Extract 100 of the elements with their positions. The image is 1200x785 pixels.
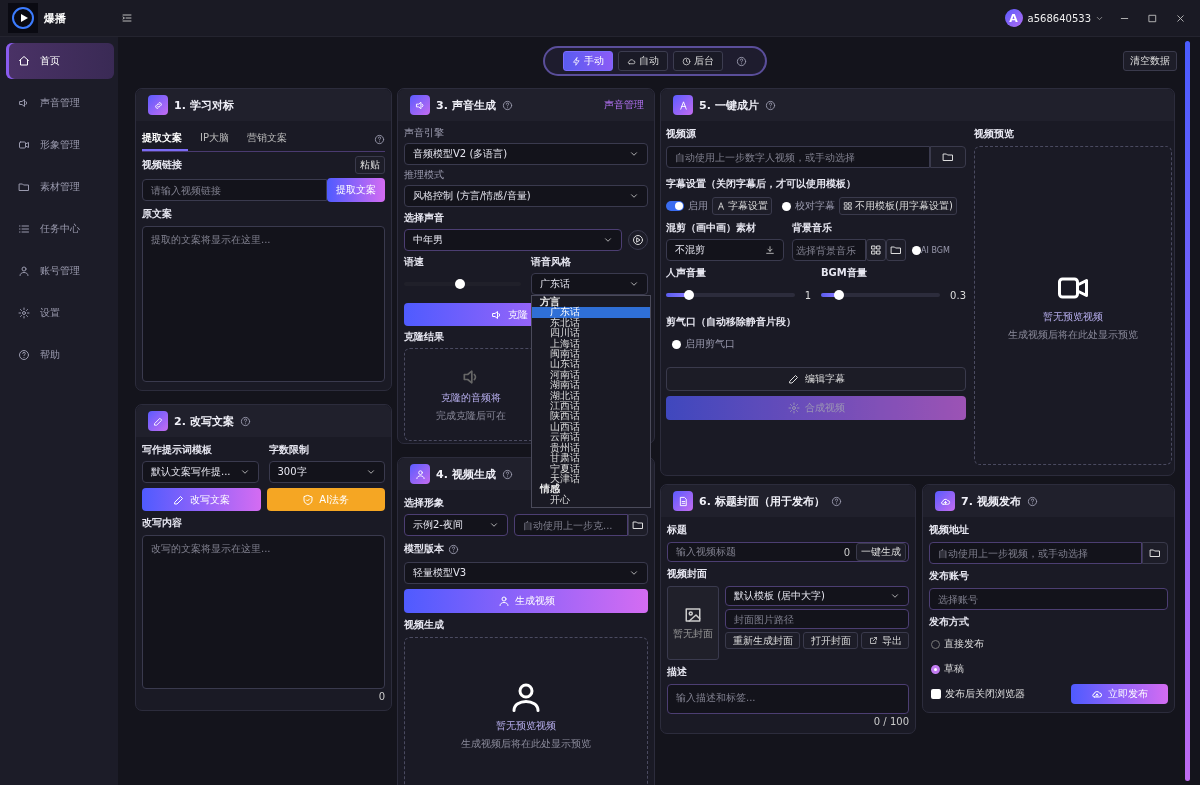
bgm-input[interactable]: 选择背景音乐 — [792, 239, 866, 261]
menu-button[interactable] — [120, 11, 134, 25]
dropdown-option[interactable]: 山东话 — [532, 359, 650, 370]
slider-thumb[interactable] — [833, 290, 844, 300]
audio-input[interactable]: 自动使用上一步克... — [514, 514, 628, 536]
dropdown-option[interactable]: 江西话 — [532, 401, 650, 412]
sidebar-item[interactable]: 设置 — [6, 295, 114, 331]
sidebar-item[interactable]: 声音管理 — [6, 85, 114, 121]
character-count: 0 / 100 — [873, 716, 909, 727]
template-button[interactable]: 不用模板(用字幕设置) — [839, 197, 957, 215]
regenerate-cover-button[interactable]: 重新生成封面 — [725, 632, 800, 649]
account-input[interactable]: 选择账号 — [929, 588, 1168, 610]
option-label: 启用剪气口 — [685, 337, 735, 351]
cover-path-input[interactable]: 封面图片路径 — [725, 609, 909, 629]
user-avatar[interactable]: A — [1004, 9, 1023, 27]
title-input[interactable]: 输入视频标题 0 一键生成 — [667, 542, 909, 562]
select-field[interactable]: 轻量模型V3 — [404, 562, 648, 584]
browse-button[interactable] — [628, 514, 648, 536]
slider-thumb[interactable] — [684, 290, 695, 300]
library-button[interactable] — [866, 239, 886, 261]
field-label: 推理模式 — [404, 169, 445, 181]
radio-dot[interactable] — [912, 245, 921, 255]
browse-button[interactable] — [886, 239, 906, 261]
export-button[interactable]: 导出 — [861, 632, 909, 649]
sidebar-item[interactable]: 首页 — [6, 43, 114, 79]
tab[interactable]: IP大脑 — [200, 127, 235, 151]
select-field[interactable]: 默认模板 (居中大字) — [725, 586, 909, 606]
slider-value: 1 — [804, 289, 811, 301]
description-input[interactable]: 输入描述和标签... — [667, 684, 909, 714]
field-label: 改写内容 — [142, 516, 183, 530]
publish-button[interactable]: 立即发布 — [1071, 684, 1168, 704]
settings-icon — [787, 402, 800, 414]
sidebar-item[interactable]: 任务中心 — [6, 211, 114, 247]
play-button[interactable] — [628, 230, 648, 250]
select-field[interactable]: 中年男 — [404, 229, 622, 251]
checkbox[interactable] — [931, 689, 941, 699]
slider-thumb[interactable] — [455, 279, 466, 289]
dropdown-option[interactable]: 开心 — [532, 494, 650, 506]
rewrite-button[interactable]: 改写文案 — [142, 488, 261, 511]
option-label: AI BGM — [921, 245, 950, 255]
dropdown-option[interactable]: 上海话 — [532, 338, 650, 350]
dropdown-option[interactable]: 湖南话 — [532, 380, 650, 391]
subtitle-settings-button[interactable]: 字幕设置 — [712, 197, 772, 215]
speaker-icon — [414, 99, 426, 111]
link-input[interactable]: 请输入视频链接 — [142, 179, 327, 201]
sidebar-item[interactable]: 账号管理 — [6, 253, 114, 289]
radio-dot[interactable] — [782, 201, 791, 211]
tab[interactable]: 营销文案 — [247, 127, 293, 151]
mode-tab[interactable]: 自动 — [618, 51, 668, 71]
dropdown-option[interactable]: 宁夏话 — [532, 463, 650, 474]
select-field[interactable]: 不混剪 — [666, 239, 784, 261]
sidebar-item[interactable]: 帮助 — [6, 337, 114, 373]
help-icon — [501, 99, 513, 111]
select-field[interactable]: 300字 — [268, 461, 385, 483]
toggle-switch[interactable] — [666, 201, 684, 211]
help-icon — [736, 55, 747, 67]
tab[interactable]: 提取文案 — [142, 127, 188, 151]
panel-title: 6. 标题封面（用于发布） — [699, 493, 825, 509]
edit-subtitle-button[interactable]: 编辑字幕 — [666, 367, 966, 391]
text-area[interactable]: 提取的文案将显示在这里... — [142, 226, 385, 382]
select-field[interactable]: 风格控制 (方言/情感/音量) — [404, 185, 648, 207]
voice-manage-link[interactable]: 声音管理 — [604, 98, 644, 112]
clear-data-button[interactable]: 清空数据 — [1123, 51, 1177, 71]
field-label: 选择声音 — [404, 211, 445, 225]
radio-button[interactable] — [931, 664, 940, 674]
sidebar-item[interactable]: 素材管理 — [6, 169, 114, 205]
letter-icon — [677, 99, 689, 111]
open-cover-button[interactable]: 打开封面 — [803, 632, 858, 649]
field-label: 模型版本 — [404, 542, 444, 556]
dropdown-option[interactable]: 陕西话 — [532, 411, 650, 422]
field-label: 背景音乐 — [792, 221, 833, 235]
select-field[interactable]: 广东话 — [531, 273, 648, 295]
extract-button[interactable]: 提取文案 — [327, 178, 385, 202]
dropdown-option[interactable]: 甘肃话 — [532, 453, 650, 464]
dropdown-option[interactable]: 贵州话 — [532, 442, 650, 454]
empty-title: 暂无封面 — [673, 626, 713, 641]
select-field[interactable]: 默认文案写作提... — [142, 461, 259, 483]
text-area[interactable]: 改写的文案将显示在这里... — [142, 535, 385, 689]
sidebar-item[interactable]: 形象管理 — [6, 127, 114, 163]
paste-button[interactable]: 粘贴 — [355, 156, 385, 174]
video-address-input[interactable]: 自动使用上一步视频，或手动选择 — [929, 542, 1142, 564]
dropdown-option[interactable]: 云南话 — [532, 432, 650, 443]
dropdown-option[interactable]: 四川话 — [532, 328, 650, 339]
generate-video-button[interactable]: 生成视频 — [404, 589, 648, 613]
browse-button[interactable] — [1142, 542, 1168, 564]
user-name[interactable]: a568640533 — [1027, 12, 1091, 24]
mode-tab[interactable]: 后台 — [673, 51, 723, 71]
dropdown-option[interactable]: 山西话 — [532, 421, 650, 433]
scrollbar[interactable] — [1185, 41, 1190, 781]
dropdown-option[interactable]: 广东话 — [532, 307, 650, 318]
dropdown-option[interactable]: 湖北话 — [532, 390, 650, 402]
browse-button[interactable] — [930, 146, 966, 168]
select-field[interactable]: 示例2-夜间 — [404, 514, 508, 536]
radio-dot[interactable] — [672, 339, 681, 349]
generate-title-button[interactable]: 一键生成 — [856, 543, 906, 561]
video-source-input[interactable]: 自动使用上一步数字人视频，或手动选择 — [666, 146, 930, 168]
dropdown-option[interactable]: 河南话 — [532, 369, 650, 381]
select-field[interactable]: 音频模型V2 (多语言) — [404, 143, 648, 165]
field-label: BGM音量 — [821, 266, 868, 280]
mode-tab[interactable]: 手动 — [563, 51, 613, 71]
